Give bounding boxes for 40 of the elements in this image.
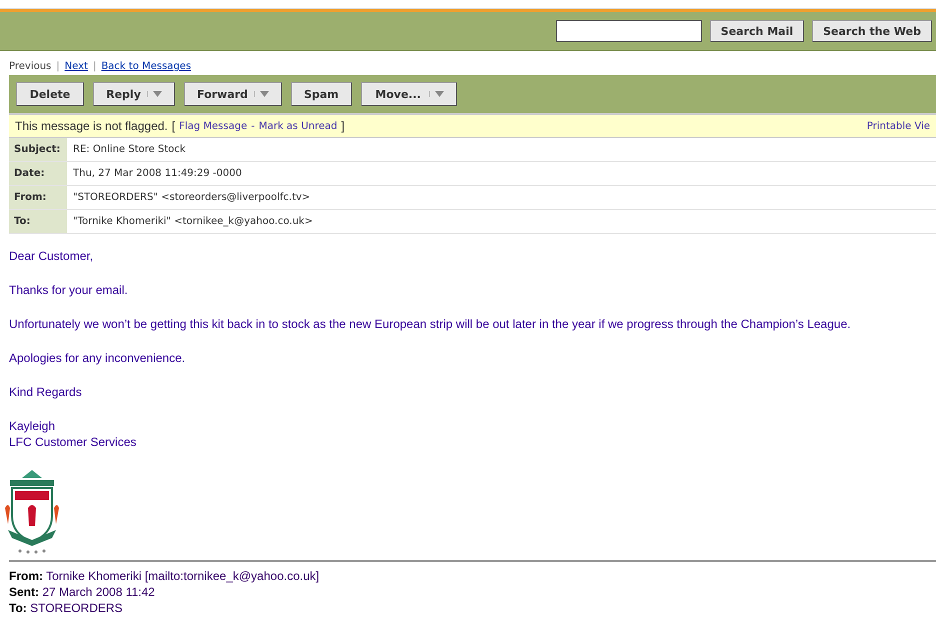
quoted-header-line: To: STOREORDERS [9,600,124,616]
search-button[interactable]: Search the Web [812,20,932,42]
caret-icon [147,91,162,97]
nav-link[interactable]: Back to Messages [101,61,192,72]
header-value: "STOREORDERS" <storeorders@liverpoolfc.tv> [72,191,312,205]
quoted-header-line: From: Tornike Khomeriki [mailto:tornikee_k@yahoo.co.uk] [9,568,320,584]
header-value: Thu, 27 Mar 2008 11:49:29 -0000 [72,167,243,181]
body-paragraph: Kind Regards [9,384,83,400]
caret-icon [254,91,269,97]
printable-view-link[interactable]: Printable Vie [866,120,930,132]
header-value: "Tornike Khomeriki" <tornikee_k@yahoo.co.uk> [72,215,314,229]
separator-text: | [56,61,60,72]
body-paragraph: Apologies for any inconvenience. [9,350,186,366]
quoted-header-line: Sent: 27 March 2008 11:42 [9,584,156,600]
header-value: RE: Online Store Stock [72,143,187,157]
flag-action-link[interactable]: Mark as Unread [258,120,338,132]
flag-action-link[interactable]: Flag Message [179,120,248,132]
body-paragraph: Unfortunately we won’t be getting this kit back in to stock as the new European strip will be out later in the year if we progress through the Champion’s League. [9,316,852,332]
toolbar-button[interactable]: Move... [360,82,457,106]
toolbar-button[interactable]: Spam [290,82,352,106]
body-paragraph: Thanks for your email. [9,282,129,298]
separator-text: - [251,120,255,132]
header-label: To: [9,210,67,233]
toolbar-button[interactable]: Forward [184,82,282,106]
bracket-text: ] [341,119,345,133]
caret-icon [428,91,444,97]
search-button[interactable]: Search Mail [710,20,804,42]
toolbar-button[interactable]: Reply [93,82,175,106]
body-paragraph: Dear Customer, [9,248,94,264]
nav-link[interactable]: Next [64,61,88,72]
separator-text: | [92,61,96,72]
header-label: Date: [9,162,67,185]
search-field[interactable] [556,20,702,42]
header-label: From: [9,186,67,209]
bracket-text: [ [172,119,176,133]
header-label: Subject: [9,138,67,161]
flag-status: This message is not flagged. [15,119,168,133]
body-paragraph: Kayleigh LFC Customer Services [9,418,138,450]
toolbar-button[interactable]: Delete [16,82,84,106]
nav-link[interactable]: Previous [9,61,52,72]
